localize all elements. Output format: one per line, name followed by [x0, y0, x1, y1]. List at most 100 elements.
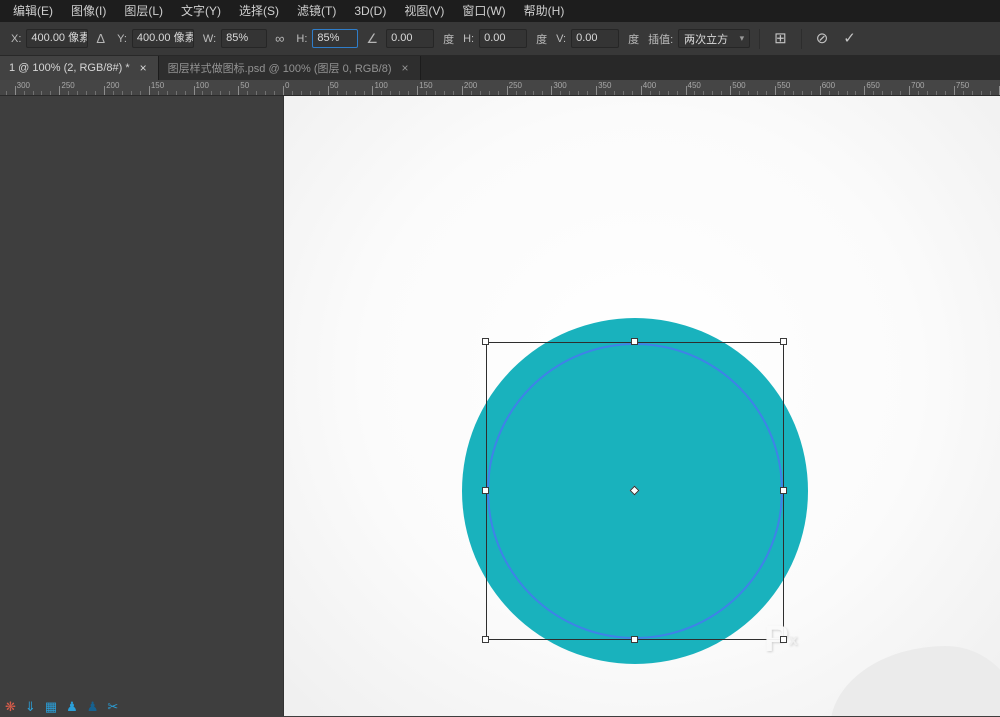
menu-item[interactable]: 选择(S)	[230, 0, 288, 22]
transform-handle[interactable]	[780, 636, 787, 643]
ruler-tick	[346, 91, 347, 95]
taskbar-app-icon[interactable]: ✂	[107, 698, 118, 716]
menu-item[interactable]: 视图(V)	[395, 0, 453, 22]
ruler-tick	[739, 91, 740, 95]
ruler-tick	[408, 91, 409, 95]
ruler-tick	[113, 91, 114, 95]
ruler-tick-label: 150	[419, 81, 432, 90]
relative-position-icon[interactable]: Δ	[93, 29, 108, 48]
ruler-tick	[194, 86, 195, 95]
ruler-tick	[945, 91, 946, 95]
cancel-transform-icon[interactable]: ⊘	[811, 29, 834, 48]
ruler-tick	[453, 91, 454, 95]
height-input[interactable]: 85%	[312, 29, 358, 48]
tab-close-button[interactable]: ×	[138, 61, 149, 75]
options-separator	[759, 29, 760, 49]
taskbar-app-icon[interactable]: ♟	[87, 698, 99, 716]
ruler-tick	[417, 86, 418, 95]
interpolation-select[interactable]: 两次立方 ▾	[678, 29, 750, 48]
ruler-tick	[596, 86, 597, 95]
ruler-tick	[41, 91, 42, 95]
ruler-tick	[24, 91, 25, 95]
menu-item[interactable]: 窗口(W)	[453, 0, 514, 22]
ruler-tick	[936, 91, 937, 95]
ruler-tick	[686, 86, 687, 95]
v-skew-input[interactable]: 0.00	[571, 29, 619, 48]
ruler-tick	[6, 91, 7, 95]
taskbar-app-icon[interactable]: ♟	[66, 698, 78, 716]
interpolation-value: 两次立方	[684, 31, 728, 47]
ruler-tick	[319, 91, 320, 95]
ruler-tick	[301, 91, 302, 95]
menu-item[interactable]: 3D(D)	[345, 0, 395, 22]
document-tab[interactable]: 图层样式做图标.psd @ 100% (图层 0, RGB/8)×	[159, 56, 421, 80]
ruler-tick	[33, 91, 34, 95]
warp-mode-toggle-icon[interactable]: ⊞	[769, 29, 792, 48]
h-skew-label: H:	[463, 33, 474, 45]
y-input[interactable]: 400.00 像素	[132, 29, 194, 48]
y-label: Y:	[117, 33, 127, 45]
ruler-tick	[202, 91, 203, 95]
ruler-tick-label: 600	[822, 81, 835, 90]
menu-item[interactable]: 图像(I)	[62, 0, 115, 22]
ruler-tick	[122, 91, 123, 95]
menu-item[interactable]: 帮助(H)	[515, 0, 574, 22]
h-skew-input[interactable]: 0.00	[479, 29, 527, 48]
ruler-tick	[882, 91, 883, 95]
taskbar-app-icon[interactable]: ▦	[45, 698, 57, 716]
interpolation-label: 插值:	[648, 31, 673, 47]
ruler-tick	[131, 91, 132, 95]
taskbar-app-icon[interactable]: ❋	[5, 698, 16, 716]
transform-handle[interactable]	[780, 338, 787, 345]
menu-item[interactable]: 图层(L)	[115, 0, 172, 22]
ruler-tick	[650, 91, 651, 95]
chevron-down-icon: ▾	[740, 33, 745, 44]
commit-transform-icon[interactable]: ✓	[838, 29, 861, 48]
taskbar-app-icon[interactable]: ⇓	[25, 698, 36, 716]
h-skew-unit: 度	[536, 31, 547, 47]
ruler-tick	[668, 91, 669, 95]
ruler-horizontal[interactable]: 3002502001501005005010015020025030035040…	[0, 80, 1000, 96]
ruler-tick-label: 250	[61, 81, 74, 90]
transform-handle[interactable]	[780, 487, 787, 494]
ruler-tick-label: 300	[553, 81, 566, 90]
ruler-tick	[292, 91, 293, 95]
ruler-tick	[95, 91, 96, 95]
ruler-tick	[247, 91, 248, 95]
taskbar-icons: ❋ ⇓ ▦ ♟ ♟ ✂	[0, 698, 118, 716]
document-canvas[interactable]: Px	[283, 96, 1000, 716]
ruler-tick	[972, 91, 973, 95]
ruler-tick	[274, 91, 275, 95]
ruler-tick	[337, 91, 338, 95]
ruler-tick-label: 100	[196, 81, 209, 90]
x-input[interactable]: 400.00 像素	[26, 29, 88, 48]
rotation-input[interactable]: 0.00	[386, 29, 434, 48]
transform-handle[interactable]	[482, 487, 489, 494]
ruler-tick	[694, 91, 695, 95]
ruler-tick-label: 400	[643, 81, 656, 90]
transform-handle[interactable]	[482, 636, 489, 643]
options-bar: X: 400.00 像素 Δ Y: 400.00 像素 W: 85% ∞ H: …	[0, 22, 1000, 56]
menu-item[interactable]: 编辑(E)	[4, 0, 62, 22]
tab-close-button[interactable]: ×	[400, 61, 411, 75]
ruler-tick-label: 300	[17, 81, 30, 90]
ruler-tick	[712, 91, 713, 95]
ruler-tick	[847, 91, 848, 95]
transform-handle[interactable]	[482, 338, 489, 345]
document-tab[interactable]: 1 @ 100% (2, RGB/8#) *×	[0, 56, 159, 80]
ruler-tick	[560, 91, 561, 95]
menu-item[interactable]: 文字(Y)	[172, 0, 230, 22]
ruler-tick	[462, 86, 463, 95]
ruler-tick	[50, 91, 51, 95]
ruler-tick	[587, 91, 588, 95]
transform-handle[interactable]	[631, 636, 638, 643]
menu-item[interactable]: 滤镜(T)	[288, 0, 345, 22]
ruler-tick	[516, 91, 517, 95]
link-dimensions-icon[interactable]: ∞	[272, 29, 287, 48]
ruler-tick	[149, 86, 150, 95]
ruler-tick	[900, 91, 901, 95]
transform-handle[interactable]	[631, 338, 638, 345]
ruler-tick	[185, 91, 186, 95]
width-input[interactable]: 85%	[221, 29, 267, 48]
ruler-tick	[721, 91, 722, 95]
